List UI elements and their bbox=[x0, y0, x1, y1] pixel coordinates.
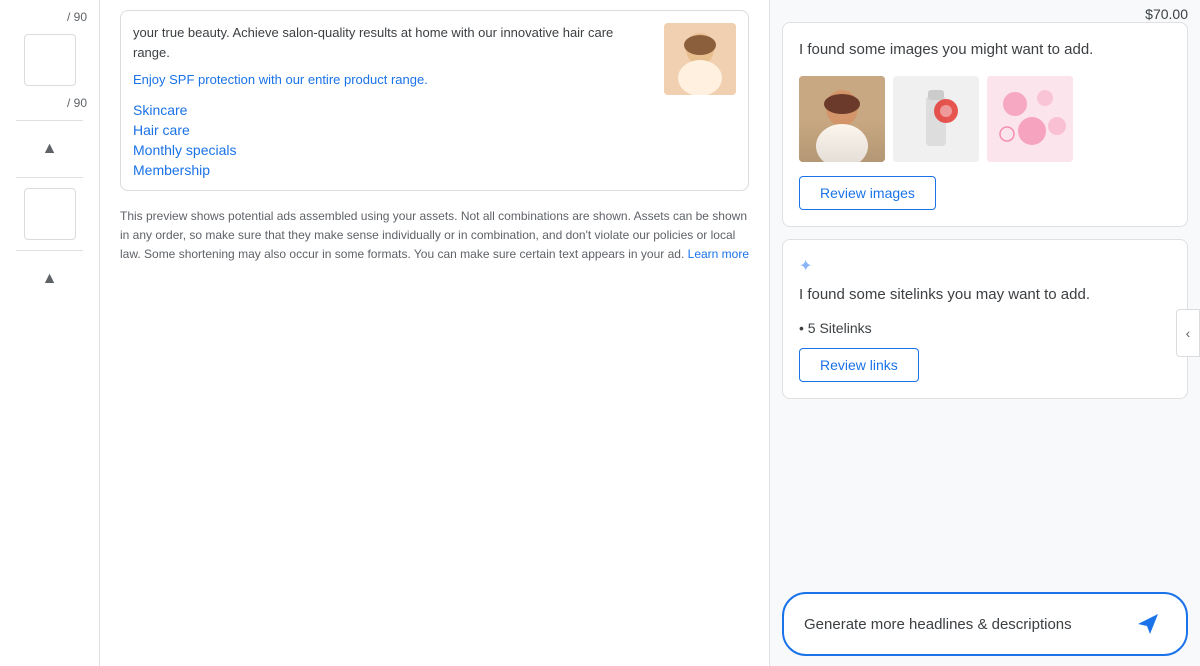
cosmetics-image-svg bbox=[987, 76, 1073, 162]
ad-link-monthly[interactable]: Monthly specials bbox=[133, 142, 652, 158]
info-text: This preview shows potential ads assembl… bbox=[120, 207, 749, 265]
left-sidebar: / 90 / 90 ▲ ▲ bbox=[0, 0, 100, 666]
images-suggestion-title: I found some images you might want to ad… bbox=[799, 39, 1171, 62]
main-content: your true beauty. Achieve salon-quality … bbox=[100, 0, 1200, 666]
ad-text-content: your true beauty. Achieve salon-quality … bbox=[133, 23, 652, 178]
images-suggestion-card: I found some images you might want to ad… bbox=[782, 22, 1188, 227]
ad-card-inner: your true beauty. Achieve salon-quality … bbox=[121, 11, 748, 190]
ad-preview-card: your true beauty. Achieve salon-quality … bbox=[120, 10, 749, 191]
ad-spf-link: Enjoy SPF protection with our entire pro… bbox=[133, 70, 652, 90]
image-thumb-2 bbox=[893, 76, 979, 162]
send-icon bbox=[1136, 612, 1160, 636]
person-image-svg bbox=[799, 76, 885, 162]
ad-thumbnail bbox=[664, 23, 736, 95]
chevron-left-icon: ‹ bbox=[1186, 325, 1191, 341]
left-panel: your true beauty. Achieve salon-quality … bbox=[100, 0, 770, 666]
bottle-image-svg bbox=[893, 76, 979, 162]
sparkle-icon: ✦ bbox=[799, 256, 812, 276]
review-links-button[interactable]: Review links bbox=[799, 348, 919, 382]
counter-box-1 bbox=[24, 34, 76, 86]
price-label: $70.00 bbox=[1145, 6, 1188, 22]
sidebar-divider-2 bbox=[16, 177, 82, 178]
right-collapse-button[interactable]: ‹ bbox=[1176, 309, 1200, 357]
generate-text: Generate more headlines & descriptions bbox=[804, 616, 1072, 633]
generate-section[interactable]: Generate more headlines & descriptions bbox=[782, 592, 1188, 656]
send-button[interactable] bbox=[1130, 606, 1166, 642]
review-images-button[interactable]: Review images bbox=[799, 176, 936, 210]
ad-links-list: Skincare Hair care Monthly specials Memb… bbox=[133, 102, 652, 178]
ad-link-haircare[interactable]: Hair care bbox=[133, 122, 652, 138]
image-thumb-3 bbox=[987, 76, 1073, 162]
sitelinks-count: • 5 Sitelinks bbox=[799, 320, 1171, 336]
sitelinks-suggestion-card: ✦ I found some sitelinks you may want to… bbox=[782, 239, 1188, 400]
collapse-btn-1[interactable]: ▲ bbox=[32, 131, 68, 167]
ad-link-skincare[interactable]: Skincare bbox=[133, 102, 652, 118]
page-wrapper: / 90 / 90 ▲ ▲ your true beauty. Achieve … bbox=[0, 0, 1200, 666]
counter1-label: / 90 bbox=[67, 10, 91, 24]
counter2-label: / 90 bbox=[67, 96, 91, 110]
sidebar-divider-3 bbox=[16, 250, 82, 251]
images-row bbox=[799, 76, 1171, 162]
sitelinks-suggestion-title: I found some sitelinks you may want to a… bbox=[799, 284, 1171, 307]
sidebar-divider-1 bbox=[16, 120, 82, 121]
ad-body-text: your true beauty. Achieve salon-quality … bbox=[133, 23, 652, 62]
counter-box-2 bbox=[24, 188, 76, 240]
ad-link-membership[interactable]: Membership bbox=[133, 162, 652, 178]
collapse-btn-2[interactable]: ▲ bbox=[32, 261, 68, 297]
right-panel: $70.00 I found some images you might wan… bbox=[770, 0, 1200, 666]
learn-more-link[interactable]: Learn more bbox=[688, 247, 749, 261]
thumbnail-image bbox=[664, 23, 736, 95]
image-thumb-1 bbox=[799, 76, 885, 162]
